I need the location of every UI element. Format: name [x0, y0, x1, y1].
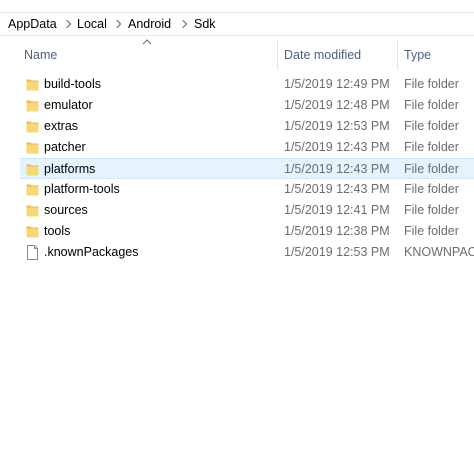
file-date-modified: 1/5/2019 12:49 PM [284, 77, 390, 91]
file-date-modified: 1/5/2019 12:43 PM [284, 140, 390, 154]
file-name: .knownPackages [44, 245, 139, 259]
folder-icon [26, 119, 39, 134]
file-row[interactable]: patcher 1/5/2019 12:43 PM File folder [20, 137, 474, 158]
file-type: File folder [404, 119, 459, 133]
file-type: File folder [404, 98, 459, 112]
file-type: KNOWNPACKAGES File [404, 245, 474, 259]
file-row[interactable]: platform-tools 1/5/2019 12:43 PM File fold… [20, 179, 474, 200]
folder-icon [26, 162, 39, 177]
file-date-modified: 1/5/2019 12:48 PM [284, 98, 390, 112]
folder-icon [26, 203, 39, 218]
file-type: File folder [404, 162, 459, 176]
folder-icon [26, 182, 39, 197]
column-resize-handle[interactable] [397, 40, 398, 70]
folder-icon [26, 140, 39, 155]
column-header-row: Name Date modified Type [0, 40, 474, 70]
column-header-date[interactable]: Date modified [284, 48, 361, 62]
folder-icon [26, 98, 39, 113]
file-date-modified: 1/5/2019 12:53 PM [284, 245, 390, 259]
file-name: tools [44, 224, 71, 238]
breadcrumb-android[interactable]: Android [128, 17, 171, 31]
file-row[interactable]: platforms 1/5/2019 12:43 PM File folder [20, 158, 474, 179]
breadcrumb-sdk[interactable]: Sdk [194, 17, 216, 31]
file-name: extras [44, 119, 79, 133]
file-name: patcher [44, 140, 86, 154]
folder-icon [26, 224, 39, 239]
file-date-modified: 1/5/2019 12:53 PM [284, 119, 390, 133]
chevron-right-icon[interactable] [178, 19, 188, 29]
column-header-name[interactable]: Name [24, 48, 57, 62]
column-resize-handle[interactable] [277, 40, 278, 70]
breadcrumb-appdata[interactable]: AppData [8, 17, 57, 31]
file-name: platform-tools [44, 182, 120, 196]
file-type: File folder [404, 140, 459, 154]
folder-icon [26, 77, 39, 92]
file-name: platforms [44, 162, 96, 176]
file-name: sources [44, 203, 88, 217]
file-type: File folder [404, 182, 459, 196]
breadcrumb-local[interactable]: Local [77, 17, 107, 31]
file-date-modified: 1/5/2019 12:41 PM [284, 203, 390, 217]
file-row[interactable]: sources 1/5/2019 12:41 PM File folder [20, 200, 474, 221]
file-date-modified: 1/5/2019 12:38 PM [284, 224, 390, 238]
file-row[interactable]: tools 1/5/2019 12:38 PM File folder [20, 221, 474, 242]
file-type: File folder [404, 224, 459, 238]
file-row[interactable]: build-tools 1/5/2019 12:49 PM File folder [20, 74, 474, 95]
file-icon [26, 245, 39, 260]
file-type: File folder [404, 77, 459, 91]
column-header-type[interactable]: Type [404, 48, 431, 62]
file-row[interactable]: .knownPackages 1/5/2019 12:53 PM KNOWNPACK… [20, 242, 474, 263]
chevron-right-icon[interactable] [112, 19, 122, 29]
file-row[interactable]: extras 1/5/2019 12:53 PM File folder [20, 116, 474, 137]
file-row[interactable]: emulator 1/5/2019 12:48 PM File folder [20, 95, 474, 116]
file-date-modified: 1/5/2019 12:43 PM [284, 182, 390, 196]
breadcrumb: AppData Local Android Sdk [0, 12, 474, 36]
chevron-right-icon[interactable] [62, 19, 72, 29]
file-type: File folder [404, 203, 459, 217]
file-name: emulator [44, 98, 93, 112]
file-date-modified: 1/5/2019 12:43 PM [284, 162, 390, 176]
file-name: build-tools [44, 77, 101, 91]
